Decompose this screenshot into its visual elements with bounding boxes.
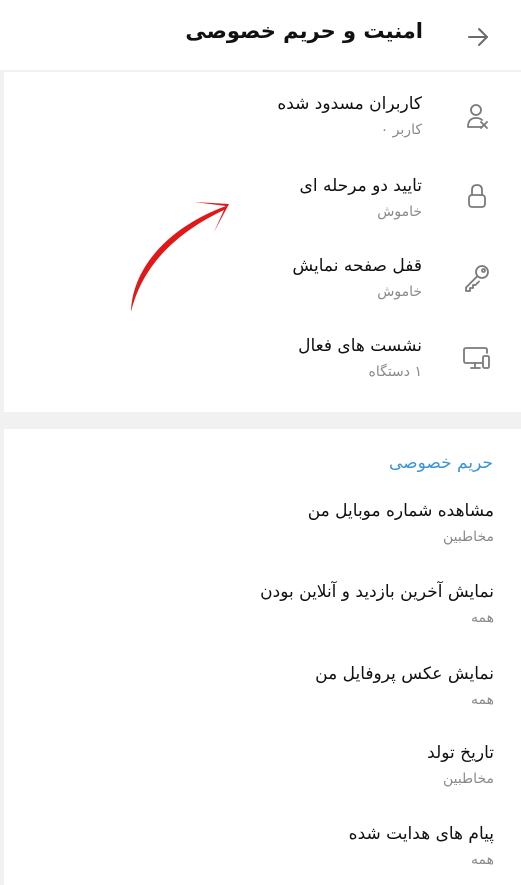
- privacy-section-title: حریم خصوصی: [389, 453, 493, 473]
- birthday-privacy-subtitle: مخاطبین: [442, 771, 494, 787]
- screen-lock-title: قفل صفحه نمایش: [292, 256, 422, 276]
- last-seen-privacy-title: نمایش آخرین بازدید و آنلاین بودن: [260, 582, 494, 602]
- key-icon: [459, 260, 495, 296]
- last-seen-privacy-subtitle: همه: [471, 610, 494, 626]
- app-header: امنیت و حریم خصوصی: [0, 0, 521, 70]
- birthday-privacy-item[interactable]: تاریخ تولد مخاطبین: [4, 743, 521, 799]
- blocked-users-subtitle: کاربر ۰: [380, 122, 422, 138]
- blocked-users-item[interactable]: کاربران مسدود شده کاربر ۰: [4, 94, 521, 154]
- lock-icon: [459, 178, 495, 214]
- devices-icon: [459, 340, 495, 376]
- phone-number-privacy-item[interactable]: مشاهده شماره موبایل من مخاطبین: [4, 501, 521, 557]
- phone-number-privacy-title: مشاهده شماره موبایل من: [307, 501, 494, 521]
- blocked-user-icon: [459, 98, 495, 134]
- profile-photo-privacy-subtitle: همه: [471, 692, 494, 708]
- forwarded-messages-privacy-item[interactable]: پیام های هدایت شده همه: [4, 824, 521, 880]
- birthday-privacy-title: تاریخ تولد: [427, 743, 494, 763]
- forwarded-messages-privacy-title: پیام های هدایت شده: [348, 824, 494, 844]
- active-sessions-subtitle: ۱ دستگاه: [368, 364, 422, 380]
- two-step-verification-item[interactable]: تایید دو مرحله ای خاموش: [4, 176, 521, 236]
- profile-photo-privacy-item[interactable]: نمایش عکس پروفایل من همه: [4, 664, 521, 720]
- phone-number-privacy-subtitle: مخاطبین: [442, 529, 494, 545]
- active-sessions-title: نشست های فعال: [298, 336, 422, 356]
- profile-photo-privacy-title: نمایش عکس پروفایل من: [315, 664, 494, 684]
- forwarded-messages-privacy-subtitle: همه: [471, 852, 494, 868]
- blocked-users-title: کاربران مسدود شده: [277, 94, 422, 114]
- back-button[interactable]: [458, 20, 498, 54]
- last-seen-privacy-item[interactable]: نمایش آخرین بازدید و آنلاین بودن همه: [4, 582, 521, 638]
- screen-lock-item[interactable]: قفل صفحه نمایش خاموش: [4, 256, 521, 316]
- security-card: کاربران مسدود شده کاربر ۰ تایید دو مرحله…: [4, 72, 521, 412]
- active-sessions-item[interactable]: نشست های فعال ۱ دستگاه: [4, 336, 521, 396]
- privacy-card: حریم خصوصی مشاهده شماره موبایل من مخاطبی…: [4, 429, 521, 885]
- two-step-verification-subtitle: خاموش: [377, 204, 422, 220]
- page-title: امنیت و حریم خصوصی: [185, 19, 423, 43]
- two-step-verification-title: تایید دو مرحله ای: [299, 176, 422, 196]
- arrow-right-icon: [466, 25, 490, 49]
- screen-lock-subtitle: خاموش: [377, 284, 422, 300]
